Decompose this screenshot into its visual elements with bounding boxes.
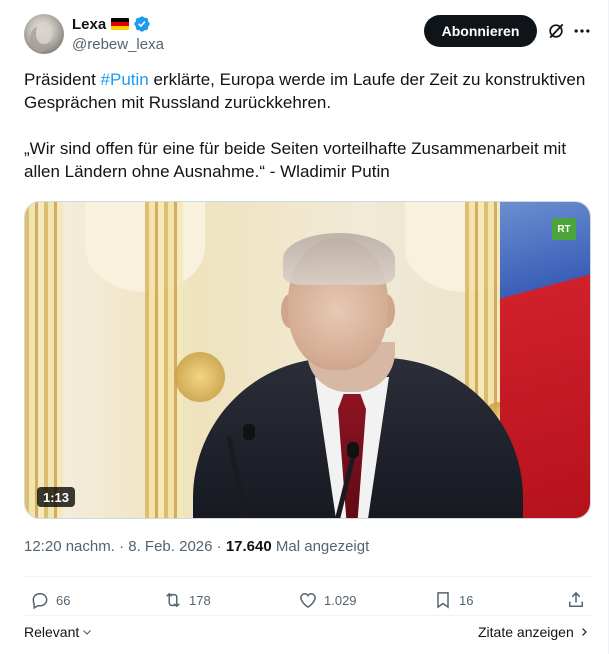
tweet-quote: „Wir sind offen für eine für beide Seite…	[24, 139, 567, 181]
tweet-meta: 12:20 nachm. · 8. Feb. 2026 · 17.640 Mal…	[24, 538, 369, 555]
views-label: Mal angezeigt	[271, 538, 370, 555]
verified-badge-icon[interactable]	[133, 15, 151, 33]
video-gold-ornament	[175, 352, 225, 402]
video-player[interactable]: RT	[24, 201, 591, 519]
meta-separator: ·	[212, 538, 226, 555]
tweet-paragraph-1: Präsident #Putin erklärte, Europa werde …	[24, 68, 594, 114]
tweet-text: Präsident #Putin erklärte, Europa werde …	[24, 68, 594, 206]
tweet-date[interactable]: 8. Feb. 2026	[128, 538, 212, 555]
reply-button[interactable]: 66	[30, 590, 70, 610]
meta-separator: ·	[114, 538, 129, 555]
repost-button[interactable]: 178	[163, 590, 211, 610]
share-icon[interactable]	[566, 590, 586, 610]
tweet-card: Lexa @rebew_lexa Abonnieren Präsident #P…	[0, 0, 609, 654]
microphone	[347, 442, 359, 458]
author-handle[interactable]: @rebew_lexa	[72, 36, 164, 53]
chevron-down-icon	[83, 630, 92, 635]
repost-icon	[166, 592, 180, 608]
repost-count: 178	[189, 592, 211, 608]
bookmark-button[interactable]: 16	[433, 590, 473, 610]
like-count: 1.029	[324, 592, 357, 608]
author-name-row: Lexa	[72, 14, 151, 34]
germany-flag-emoji	[111, 18, 130, 30]
tweet-text-prefix: Präsident	[24, 70, 101, 89]
view-quotes-label: Zitate anzeigen	[478, 624, 574, 640]
chevron-right-icon	[581, 628, 587, 636]
grok-icon[interactable]	[546, 21, 566, 41]
video-duration-badge: 1:13	[37, 487, 76, 507]
tweet-time[interactable]: 12:20 nachm.	[24, 538, 115, 555]
video-speaker-hair	[283, 233, 395, 285]
rt-channel-logo: RT	[552, 218, 576, 240]
reply-icon	[32, 593, 48, 610]
author-display-name[interactable]: Lexa	[72, 16, 106, 33]
like-icon	[300, 592, 316, 608]
video-pillar	[145, 202, 183, 518]
avatar[interactable]	[24, 14, 64, 54]
like-button[interactable]: 1.029	[298, 590, 357, 610]
video-pillar	[25, 202, 63, 518]
bookmark-count: 16	[459, 592, 474, 608]
hashtag-link[interactable]: #Putin	[101, 70, 149, 89]
reply-count: 66	[56, 592, 71, 608]
more-icon[interactable]	[572, 21, 592, 41]
microphone	[243, 424, 255, 440]
bookmark-icon	[437, 592, 449, 609]
sort-label: Relevant	[24, 624, 80, 640]
divider	[24, 615, 593, 616]
views-count: 17.640	[225, 538, 272, 555]
divider	[24, 576, 593, 577]
view-quotes-link[interactable]: Zitate anzeigen	[478, 624, 590, 640]
follow-button[interactable]: Abonnieren	[424, 15, 537, 47]
sort-replies-dropdown[interactable]: Relevant	[24, 624, 93, 640]
